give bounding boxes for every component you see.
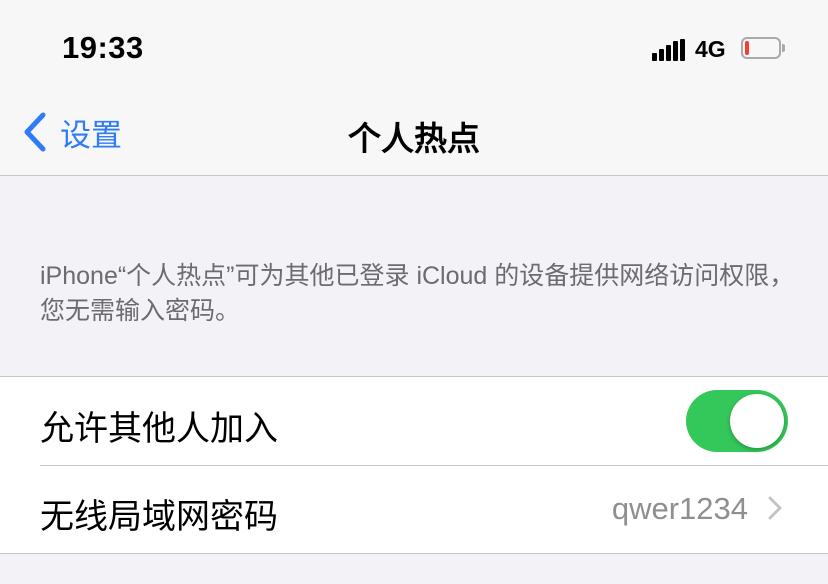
battery-icon <box>741 37 785 61</box>
hotspot-description: iPhone“个人热点”可为其他已登录 iCloud 的设备提供网络访问权限，您… <box>40 262 795 325</box>
hotspot-settings-group: 允许其他人加入 无线局域网密码 qwer1234 <box>0 376 828 554</box>
status-bar: 19:33 4G <box>0 0 828 100</box>
page-title: 个人热点 <box>348 120 480 157</box>
allow-others-label: 允许其他人加入 <box>40 410 278 448</box>
allow-others-row: 允许其他人加入 <box>0 377 828 465</box>
navigation-bar: 设置 个人热点 <box>0 100 828 176</box>
wifi-password-row[interactable]: 无线局域网密码 qwer1234 <box>0 465 828 553</box>
chevron-right-icon <box>768 496 782 520</box>
wifi-password-value: qwer1234 <box>611 491 748 526</box>
cellular-signal-icon <box>652 39 686 61</box>
status-time: 19:33 <box>62 30 144 65</box>
allow-others-toggle[interactable] <box>686 390 788 452</box>
toggle-knob <box>730 394 784 448</box>
wifi-password-label: 无线局域网密码 <box>40 498 278 536</box>
network-type: 4G <box>695 36 726 62</box>
hotspot-screen: 19:33 4G 设置 个人热点 iPhone“个人热点”可为其他已登录 iCl… <box>0 0 828 584</box>
battery-level <box>745 41 749 55</box>
